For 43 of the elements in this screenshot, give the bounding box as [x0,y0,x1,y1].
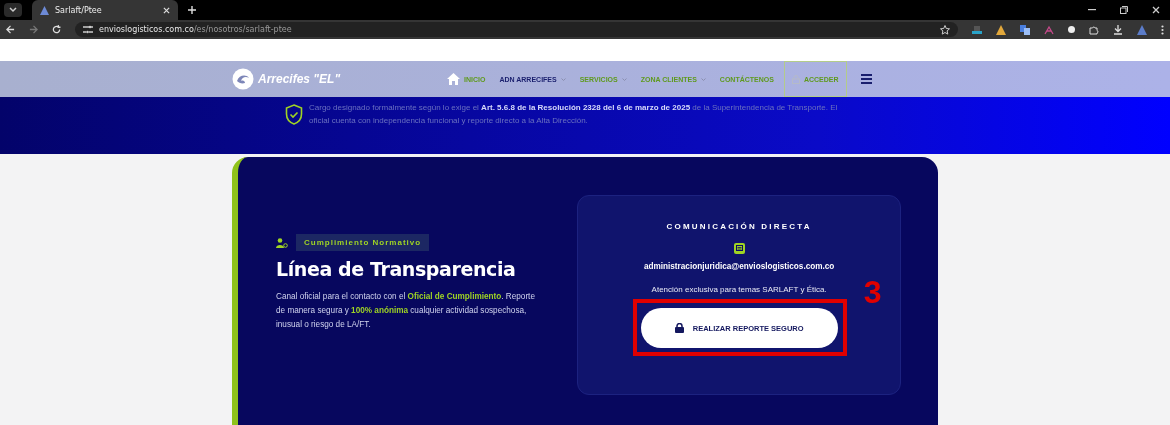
reload-icon[interactable] [52,25,61,34]
record-icon[interactable] [1068,26,1075,33]
shield-check-icon [285,103,303,125]
email-address[interactable]: administracionjuridica@envioslogisticos.com.co [643,262,835,271]
lock-icon [791,74,800,84]
menu-icon[interactable] [860,74,872,84]
card-description: Canal oficial para el contacto con el Oficial de Cumplimiento. Reporte de manera segura y 100% anónima cualquier actividad sospechosa, inusual o riesgo de LA/FT. [276,291,536,331]
profile-icon[interactable] [1137,24,1147,35]
translate-icon[interactable] [1020,24,1030,35]
tab-list-icon[interactable] [4,3,22,17]
annotation-number: 3 [863,274,882,311]
close-icon[interactable] [163,6,170,14]
forward-icon[interactable] [29,25,38,34]
restore-icon[interactable] [1120,6,1128,14]
address-bar[interactable]: envioslogisticos.com.co/es/nosotros/sarlaft-ptee [75,22,958,37]
close-icon[interactable] [1152,6,1160,14]
download-icon[interactable] [1113,24,1123,35]
caret-icon [560,77,566,81]
banner-text: Cargo designado formalmente según lo exige el Art. 5.6.8 de la Resolución 2328 del 6 de marzo de 2025 de la Superintendencia de Transporte. El oficial cuenta con independencia funcional y reporte directo a la Alta Dirección. [309,102,839,127]
star-icon[interactable] [940,24,950,35]
category-badge: Cumplimiento Normativo [296,234,430,251]
extension-icon[interactable] [996,24,1006,35]
new-tab-icon[interactable] [188,6,196,14]
favicon-icon [40,5,49,15]
contact-heading: COMUNICACIÓN DIRECTA [666,222,812,231]
card-title: Línea de Transparencia [276,258,517,280]
site-settings-icon[interactable] [83,25,93,34]
back-icon[interactable] [6,25,15,34]
home-icon [447,73,460,85]
email-icon [733,243,745,254]
extension-icon[interactable] [1044,24,1054,35]
puzzle-icon[interactable] [1089,24,1099,35]
user-lock-icon [276,237,288,248]
minimize-icon[interactable] [1088,9,1096,11]
extension-icon[interactable] [972,24,982,35]
contact-note: Atención exclusiva para temas SARLAFT y Ética. [651,285,827,294]
menu-icon[interactable] [1161,24,1164,35]
caret-icon [621,77,627,81]
lock-icon [674,323,684,333]
caret-icon [700,77,706,81]
brand-name[interactable]: Arrecifes "EL" [258,72,341,86]
browser-tab[interactable]: Sarlaft/Ptee [32,0,178,20]
logo-icon[interactable] [232,68,254,90]
